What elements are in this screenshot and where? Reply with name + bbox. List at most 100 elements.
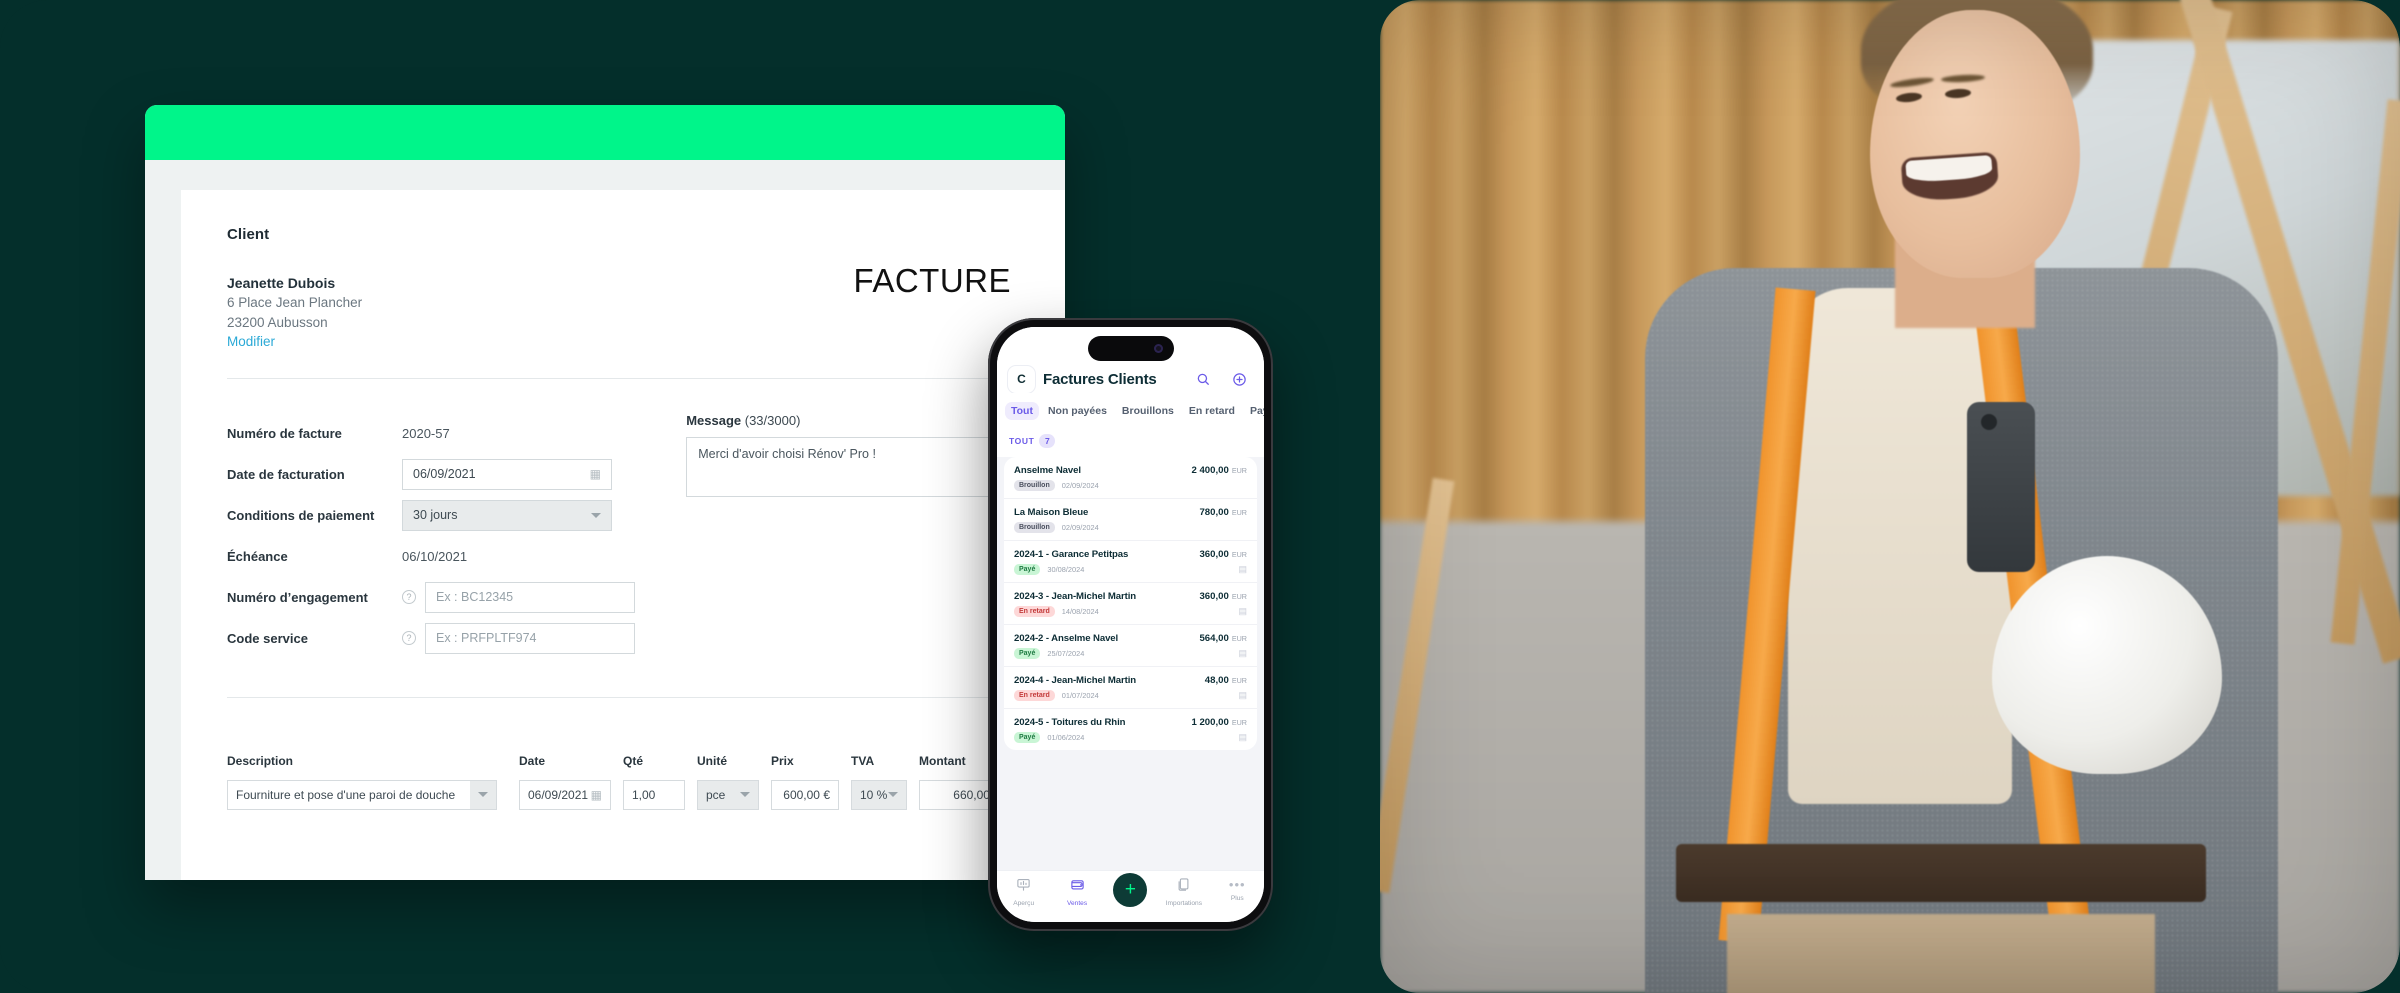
nav-item-apercu[interactable]: Aperçu — [998, 877, 1050, 907]
row-description-select[interactable]: Fourniture et pose d'une paroi de douche — [227, 779, 497, 810]
document-icon[interactable]: ▤ — [1238, 606, 1247, 617]
count-badge: 7 — [1039, 434, 1056, 448]
status-badge: En retard — [1014, 690, 1055, 701]
invoice-date: 02/09/2024 — [1061, 523, 1099, 532]
chevron-down-icon[interactable] — [740, 792, 750, 798]
page-title: FACTURE — [853, 262, 1011, 299]
row-date-value: 06/09/2021 — [528, 787, 589, 802]
invoice-currency: EUR — [1231, 466, 1247, 475]
tab-payees[interactable]: Payées — [1244, 402, 1264, 420]
tab-en-retard[interactable]: En retard — [1183, 402, 1241, 420]
col-tva: TVA — [851, 753, 875, 768]
invoice-date-value: 06/09/2021 — [413, 467, 476, 482]
invoice-form-right-column: Message (33/3000) Merci d'avoir choisi R… — [686, 413, 1011, 659]
invoice-currency: EUR — [1231, 718, 1247, 727]
nav-label: Importations — [1165, 900, 1202, 907]
list-item[interactable]: 2024-5 - Toitures du Rhin 1 200,00 EUR P… — [1004, 709, 1257, 750]
field-label: Conditions de paiement — [227, 507, 375, 523]
invoice-amount: 360,00 — [1199, 549, 1229, 560]
chevron-down-icon[interactable] — [470, 780, 496, 809]
nav-label: Aperçu — [1013, 900, 1035, 907]
nav-item-ventes[interactable]: Ventes — [1051, 877, 1103, 907]
nav-item-plus[interactable]: ••• Plus — [1211, 877, 1263, 902]
row-date-input[interactable]: 06/09/2021 ▦ — [519, 779, 611, 810]
invoice-currency: EUR — [1231, 508, 1247, 517]
chevron-down-icon[interactable] — [591, 512, 601, 518]
invoice-name: La Maison Bleue — [1014, 507, 1089, 518]
help-icon[interactable]: ? — [402, 590, 416, 605]
payment-terms-select[interactable]: 30 jours — [402, 499, 612, 531]
list-item[interactable]: 2024-3 - Jean-Michel Martin 360,00 EUR E… — [1004, 583, 1257, 625]
client-address-line-2: 23200 Aubusson — [227, 314, 328, 330]
calendar-icon[interactable]: ▦ — [591, 788, 602, 802]
search-icon[interactable] — [1189, 365, 1217, 393]
invoice-amount: 780,00 — [1199, 507, 1229, 518]
avatar[interactable]: C — [1008, 365, 1035, 393]
service-code-placeholder: Ex : PRFPLTF974 — [436, 631, 537, 646]
plus-fab-icon[interactable]: + — [1113, 873, 1148, 907]
invoice-form: Numéro de facture 2020-57 Date de factur… — [227, 413, 1011, 659]
divider — [227, 377, 1011, 379]
row-description-value: Fourniture et pose d'une paroi de douche — [236, 787, 456, 802]
engagement-number-placeholder: Ex : BC12345 — [436, 590, 514, 605]
row-prix-input[interactable]: 600,00 € — [771, 779, 839, 810]
invoice-date: 01/06/2024 — [1047, 733, 1085, 742]
payment-terms-value: 30 jours — [413, 508, 458, 523]
plus-circle-icon[interactable] — [1225, 365, 1253, 393]
invoice-amount: 1 200,00 — [1191, 717, 1229, 728]
calendar-icon[interactable]: ▦ — [590, 467, 601, 481]
photo-vignette — [1380, 0, 2400, 993]
help-icon[interactable]: ? — [402, 631, 416, 646]
invoice-paper: Client FACTURE Jeanette Dubois 6 Place J… — [181, 190, 1065, 880]
message-char-count: (33/3000) — [744, 412, 801, 428]
invoice-name: 2024-4 - Jean-Michel Martin — [1014, 675, 1137, 686]
app-topbar — [145, 105, 1065, 160]
field-engagement-number: Numéro d’engagement ? Ex : BC12345 — [227, 577, 650, 618]
document-icon[interactable]: ▤ — [1238, 648, 1247, 659]
document-icon[interactable]: ▤ — [1238, 564, 1247, 575]
invoice-amount: 360,00 — [1199, 591, 1229, 602]
invoice-list-scroll[interactable]: Anselme Navel 2 400,00 EUR Brouillon 02/… — [997, 457, 1264, 870]
status-badge: Brouillon — [1014, 522, 1055, 533]
invoice-list-card: Anselme Navel 2 400,00 EUR Brouillon 02/… — [1004, 457, 1257, 750]
page-root: Client FACTURE Jeanette Dubois 6 Place J… — [0, 0, 2400, 993]
engagement-number-input[interactable]: Ex : BC12345 — [425, 581, 635, 613]
mobile-device-mockup: C Factures Clients Tout Non payées Broui… — [988, 318, 1273, 931]
invoice-currency: EUR — [1231, 676, 1247, 685]
nav-item-create[interactable]: + — [1104, 873, 1156, 907]
nav-label: Ventes — [1066, 900, 1088, 907]
tab-non-payees[interactable]: Non payées — [1042, 402, 1113, 420]
service-code-input[interactable]: Ex : PRFPLTF974 — [425, 622, 635, 654]
list-item[interactable]: 2024-2 - Anselme Navel 564,00 EUR Payé 2… — [1004, 625, 1257, 667]
field-label: Numéro d’engagement — [227, 589, 368, 605]
document-icon[interactable]: ▤ — [1238, 690, 1247, 701]
chevron-down-icon[interactable] — [888, 792, 898, 798]
client-edit-link[interactable]: Modifier — [227, 332, 1011, 352]
invoice-date: 14/08/2024 — [1061, 607, 1099, 616]
invoice-currency: EUR — [1231, 550, 1247, 559]
filter-tabs: Tout Non payées Brouillons En retard Pay… — [997, 393, 1264, 427]
chart-board-icon — [1016, 877, 1031, 897]
col-description: Description — [227, 753, 294, 768]
row-qte-input[interactable]: 1,00 — [623, 779, 685, 810]
tab-brouillons[interactable]: Brouillons — [1116, 402, 1180, 420]
tab-tout[interactable]: Tout — [1005, 402, 1039, 420]
document-icon[interactable]: ▤ — [1238, 732, 1247, 743]
message-textarea[interactable]: Merci d'avoir choisi Rénov' Pro ! — [686, 436, 1011, 497]
field-payment-terms: Conditions de paiement 30 jours — [227, 495, 650, 536]
list-item[interactable]: La Maison Bleue 780,00 EUR Brouillon 02/… — [1004, 499, 1257, 541]
list-item[interactable]: 2024-4 - Jean-Michel Martin 48,00 EUR En… — [1004, 667, 1257, 709]
invoice-amount: 564,00 — [1199, 633, 1229, 644]
row-unite-select[interactable]: pce — [697, 779, 759, 810]
status-badge: Brouillon — [1014, 480, 1055, 491]
list-item[interactable]: Anselme Navel 2 400,00 EUR Brouillon 02/… — [1004, 457, 1257, 499]
invoice-amount: 2 400,00 — [1191, 465, 1229, 476]
mobile-screen: C Factures Clients Tout Non payées Broui… — [997, 327, 1264, 922]
nav-item-importations[interactable]: Importations — [1158, 877, 1210, 907]
row-tva-select[interactable]: 10 % — [851, 779, 907, 810]
invoice-date-input[interactable]: 06/09/2021 ▦ — [402, 458, 612, 490]
status-badge: En retard — [1014, 606, 1055, 617]
col-prix: Prix — [771, 753, 794, 768]
list-item[interactable]: 2024-1 - Garance Petitpas 360,00 EUR Pay… — [1004, 541, 1257, 583]
invoice-name: 2024-3 - Jean-Michel Martin — [1014, 591, 1137, 602]
